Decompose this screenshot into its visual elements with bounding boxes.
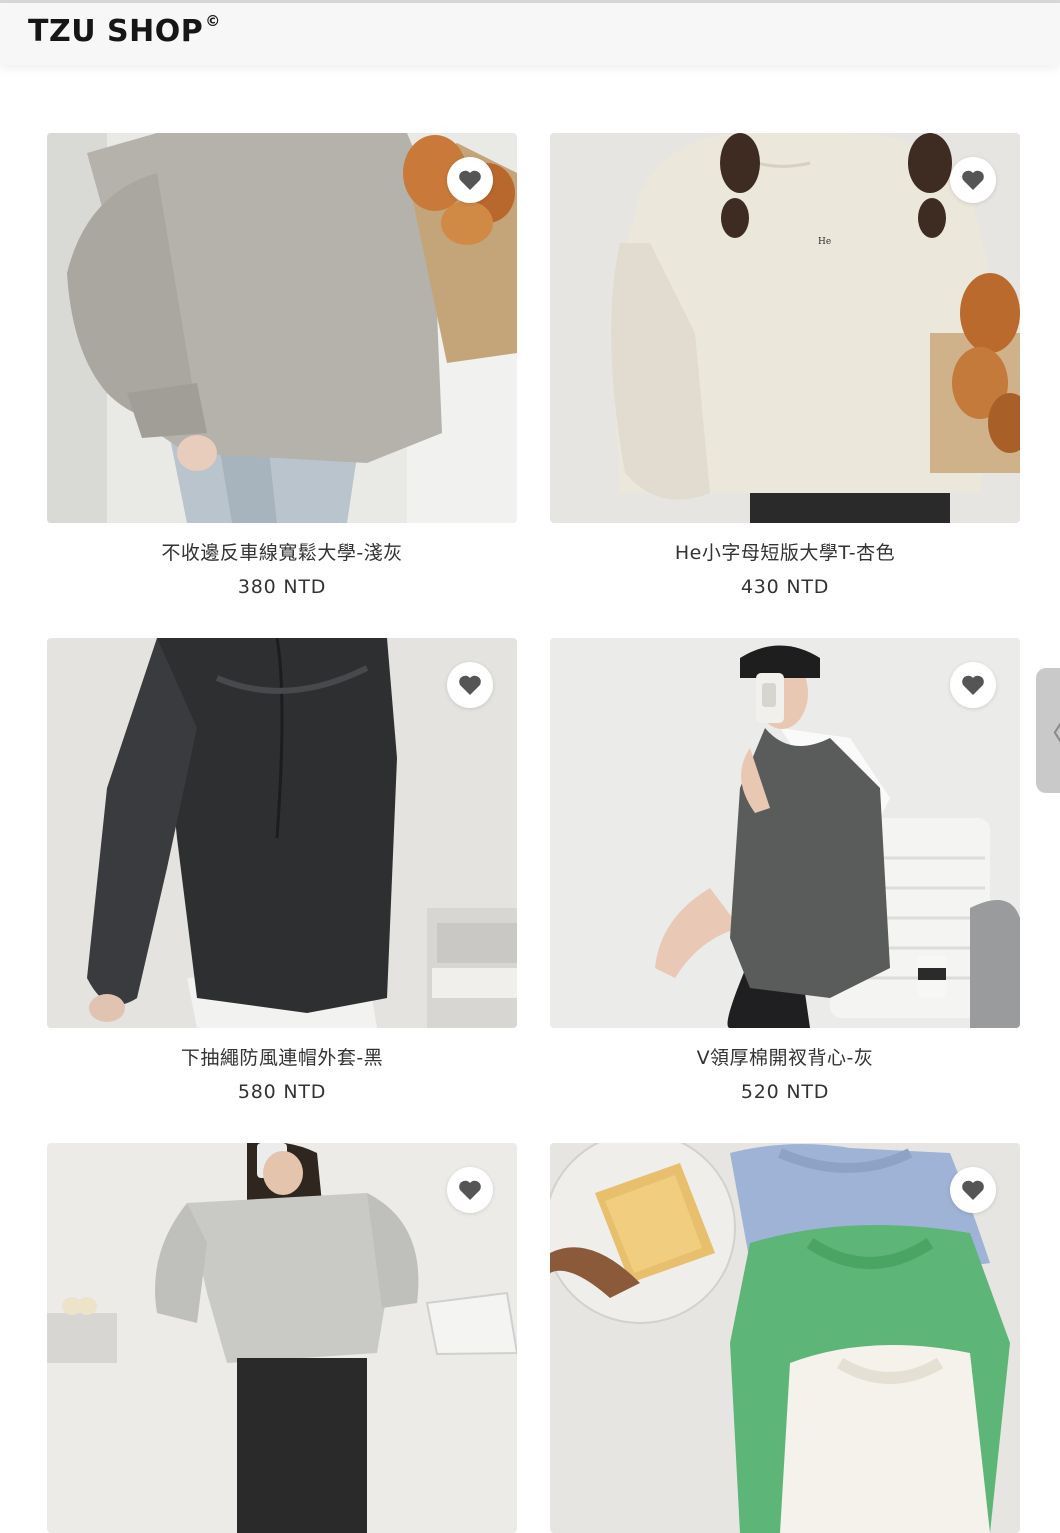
side-drawer-tab[interactable]: 〈 [1036, 668, 1060, 793]
favorite-button[interactable] [447, 662, 493, 708]
favorite-button[interactable] [950, 662, 996, 708]
favorite-button[interactable] [950, 1167, 996, 1213]
brand-logo[interactable]: TZU SHOP © [28, 12, 221, 49]
heart-icon [459, 1180, 481, 1200]
product-image-cream-sweatshirt[interactable]: He [550, 133, 1020, 523]
product-price: 380 NTD [237, 576, 327, 598]
product-title[interactable]: V領厚棉開衩背心-灰 [550, 1043, 1020, 1070]
product-price: 520 NTD [740, 1081, 830, 1103]
heart-icon [962, 675, 984, 695]
product-image-gray-sweatshirt[interactable] [47, 133, 517, 523]
heart-icon [962, 1180, 984, 1200]
product-image-gray-crop-sweatshirt[interactable] [47, 1143, 517, 1533]
product-title[interactable]: 不收邊反車線寬鬆大學-淺灰 [47, 538, 517, 565]
product-image-black-jacket[interactable] [47, 638, 517, 1028]
product-price: 430 NTD [740, 576, 830, 598]
product-image-knit-vests[interactable] [550, 1143, 1020, 1533]
favorite-button[interactable] [447, 1167, 493, 1213]
heart-icon [962, 170, 984, 190]
site-header: TZU SHOP © [0, 3, 1060, 65]
favorite-button[interactable] [447, 157, 493, 203]
product-image-gray-vest[interactable] [550, 638, 1020, 1028]
heart-icon [459, 675, 481, 695]
chevron-left-icon: 〈 [1036, 709, 1060, 753]
heart-icon [459, 170, 481, 190]
product-price: 580 NTD [237, 1081, 327, 1103]
product-title[interactable]: 下抽繩防風連帽外套-黑 [47, 1043, 517, 1070]
product-title[interactable]: He小字母短版大學T-杏色 [550, 538, 1020, 565]
favorite-button[interactable] [950, 157, 996, 203]
svg-text:He: He [818, 237, 831, 247]
